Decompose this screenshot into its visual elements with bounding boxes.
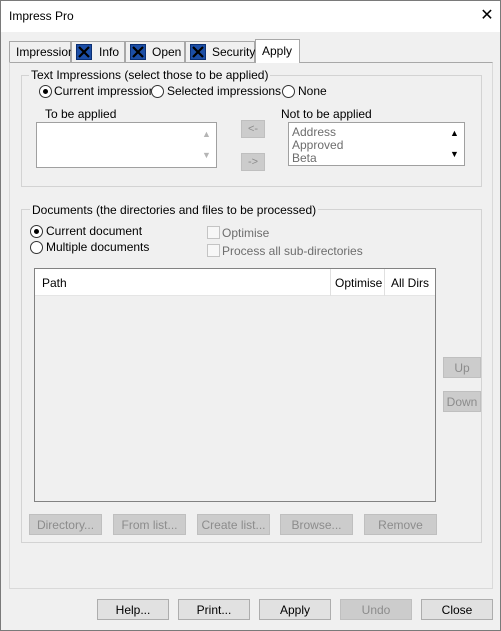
optimise-checkbox[interactable] (207, 226, 220, 239)
tab-apply[interactable]: Apply (255, 39, 300, 63)
not-applied-scrollbar[interactable]: ▲ ▼ (446, 124, 463, 164)
scroll-up-icon[interactable]: ▲ (198, 126, 215, 143)
column-separator[interactable] (330, 269, 331, 296)
column-path[interactable]: Path (42, 276, 67, 290)
tab-apply-label: Apply (262, 44, 293, 58)
x-icon (190, 44, 206, 60)
to-be-applied-scrollbar[interactable]: ▲ ▼ (198, 124, 215, 166)
from-list-button[interactable]: From list... (113, 514, 186, 535)
remove-button[interactable]: Remove (364, 514, 437, 535)
title-bar: Impress Pro ✕ (1, 1, 500, 32)
move-left-button[interactable]: <- (241, 120, 265, 138)
tab-open-label: Open (152, 45, 182, 59)
column-all-dirs[interactable]: All Dirs (391, 276, 429, 290)
move-right-button[interactable]: -> (241, 153, 265, 171)
column-separator[interactable] (384, 269, 385, 296)
tab-impression-label: Impression (16, 45, 75, 59)
tab-security-label: Security (212, 45, 256, 59)
up-button[interactable]: Up (443, 357, 481, 378)
x-icon (76, 44, 92, 60)
column-optimise[interactable]: Optimise (335, 276, 382, 290)
tab-security[interactable]: Security (185, 41, 255, 62)
tab-info-label: Info (99, 45, 120, 59)
tab-info[interactable]: Info (71, 41, 125, 62)
current-document-label: Current document (46, 224, 143, 238)
selected-impressions-label: Selected impressions (167, 84, 282, 98)
current-document-radio[interactable] (30, 225, 43, 238)
tab-open[interactable]: Open (125, 41, 185, 62)
not-to-be-applied-label: Not to be applied (281, 107, 372, 121)
text-impressions-legend: Text Impressions (select those to be app… (29, 68, 271, 82)
help-button[interactable]: Help... (97, 599, 169, 620)
table-header: Path Optimise All Dirs (35, 269, 435, 296)
current-impression-radio[interactable] (39, 85, 52, 98)
list-item[interactable]: Beta (292, 152, 317, 165)
scroll-down-icon[interactable]: ▼ (446, 146, 463, 163)
selected-impressions-radio[interactable] (151, 85, 164, 98)
optimise-label: Optimise (222, 226, 270, 240)
not-to-be-applied-list[interactable]: Address Approved Beta ▲ ▼ (288, 122, 465, 166)
to-be-applied-list[interactable]: ▲ ▼ (36, 122, 217, 168)
undo-button[interactable]: Undo (340, 599, 412, 620)
scroll-up-icon[interactable]: ▲ (446, 125, 463, 142)
create-list-button[interactable]: Create list... (197, 514, 270, 535)
x-icon (130, 44, 146, 60)
tab-impression[interactable]: Impression (9, 41, 75, 62)
documents-legend: Documents (the directories and files to … (30, 203, 319, 217)
directory-button[interactable]: Directory... (29, 514, 102, 535)
multiple-documents-label: Multiple documents (46, 240, 150, 254)
close-icon[interactable]: ✕ (475, 3, 499, 29)
none-label: None (298, 84, 327, 98)
apply-button[interactable]: Apply (259, 599, 331, 620)
scroll-down-icon[interactable]: ▼ (198, 147, 215, 164)
browse-button[interactable]: Browse... (280, 514, 353, 535)
down-button[interactable]: Down (443, 391, 481, 412)
process-subdirs-checkbox[interactable] (207, 244, 220, 257)
dialog-window: Impress Pro ✕ Impression Info Open Secur… (0, 0, 501, 631)
close-button[interactable]: Close (421, 599, 493, 620)
apply-panel: Text Impressions (select those to be app… (9, 62, 493, 589)
print-button[interactable]: Print... (178, 599, 250, 620)
current-impression-label: Current impression (54, 84, 156, 98)
documents-table[interactable]: Path Optimise All Dirs (34, 268, 436, 502)
window-title: Impress Pro (9, 9, 74, 23)
to-be-applied-label: To be applied (45, 107, 117, 121)
multiple-documents-radio[interactable] (30, 241, 43, 254)
none-radio[interactable] (282, 85, 295, 98)
process-subdirs-label: Process all sub-directories (222, 244, 363, 258)
